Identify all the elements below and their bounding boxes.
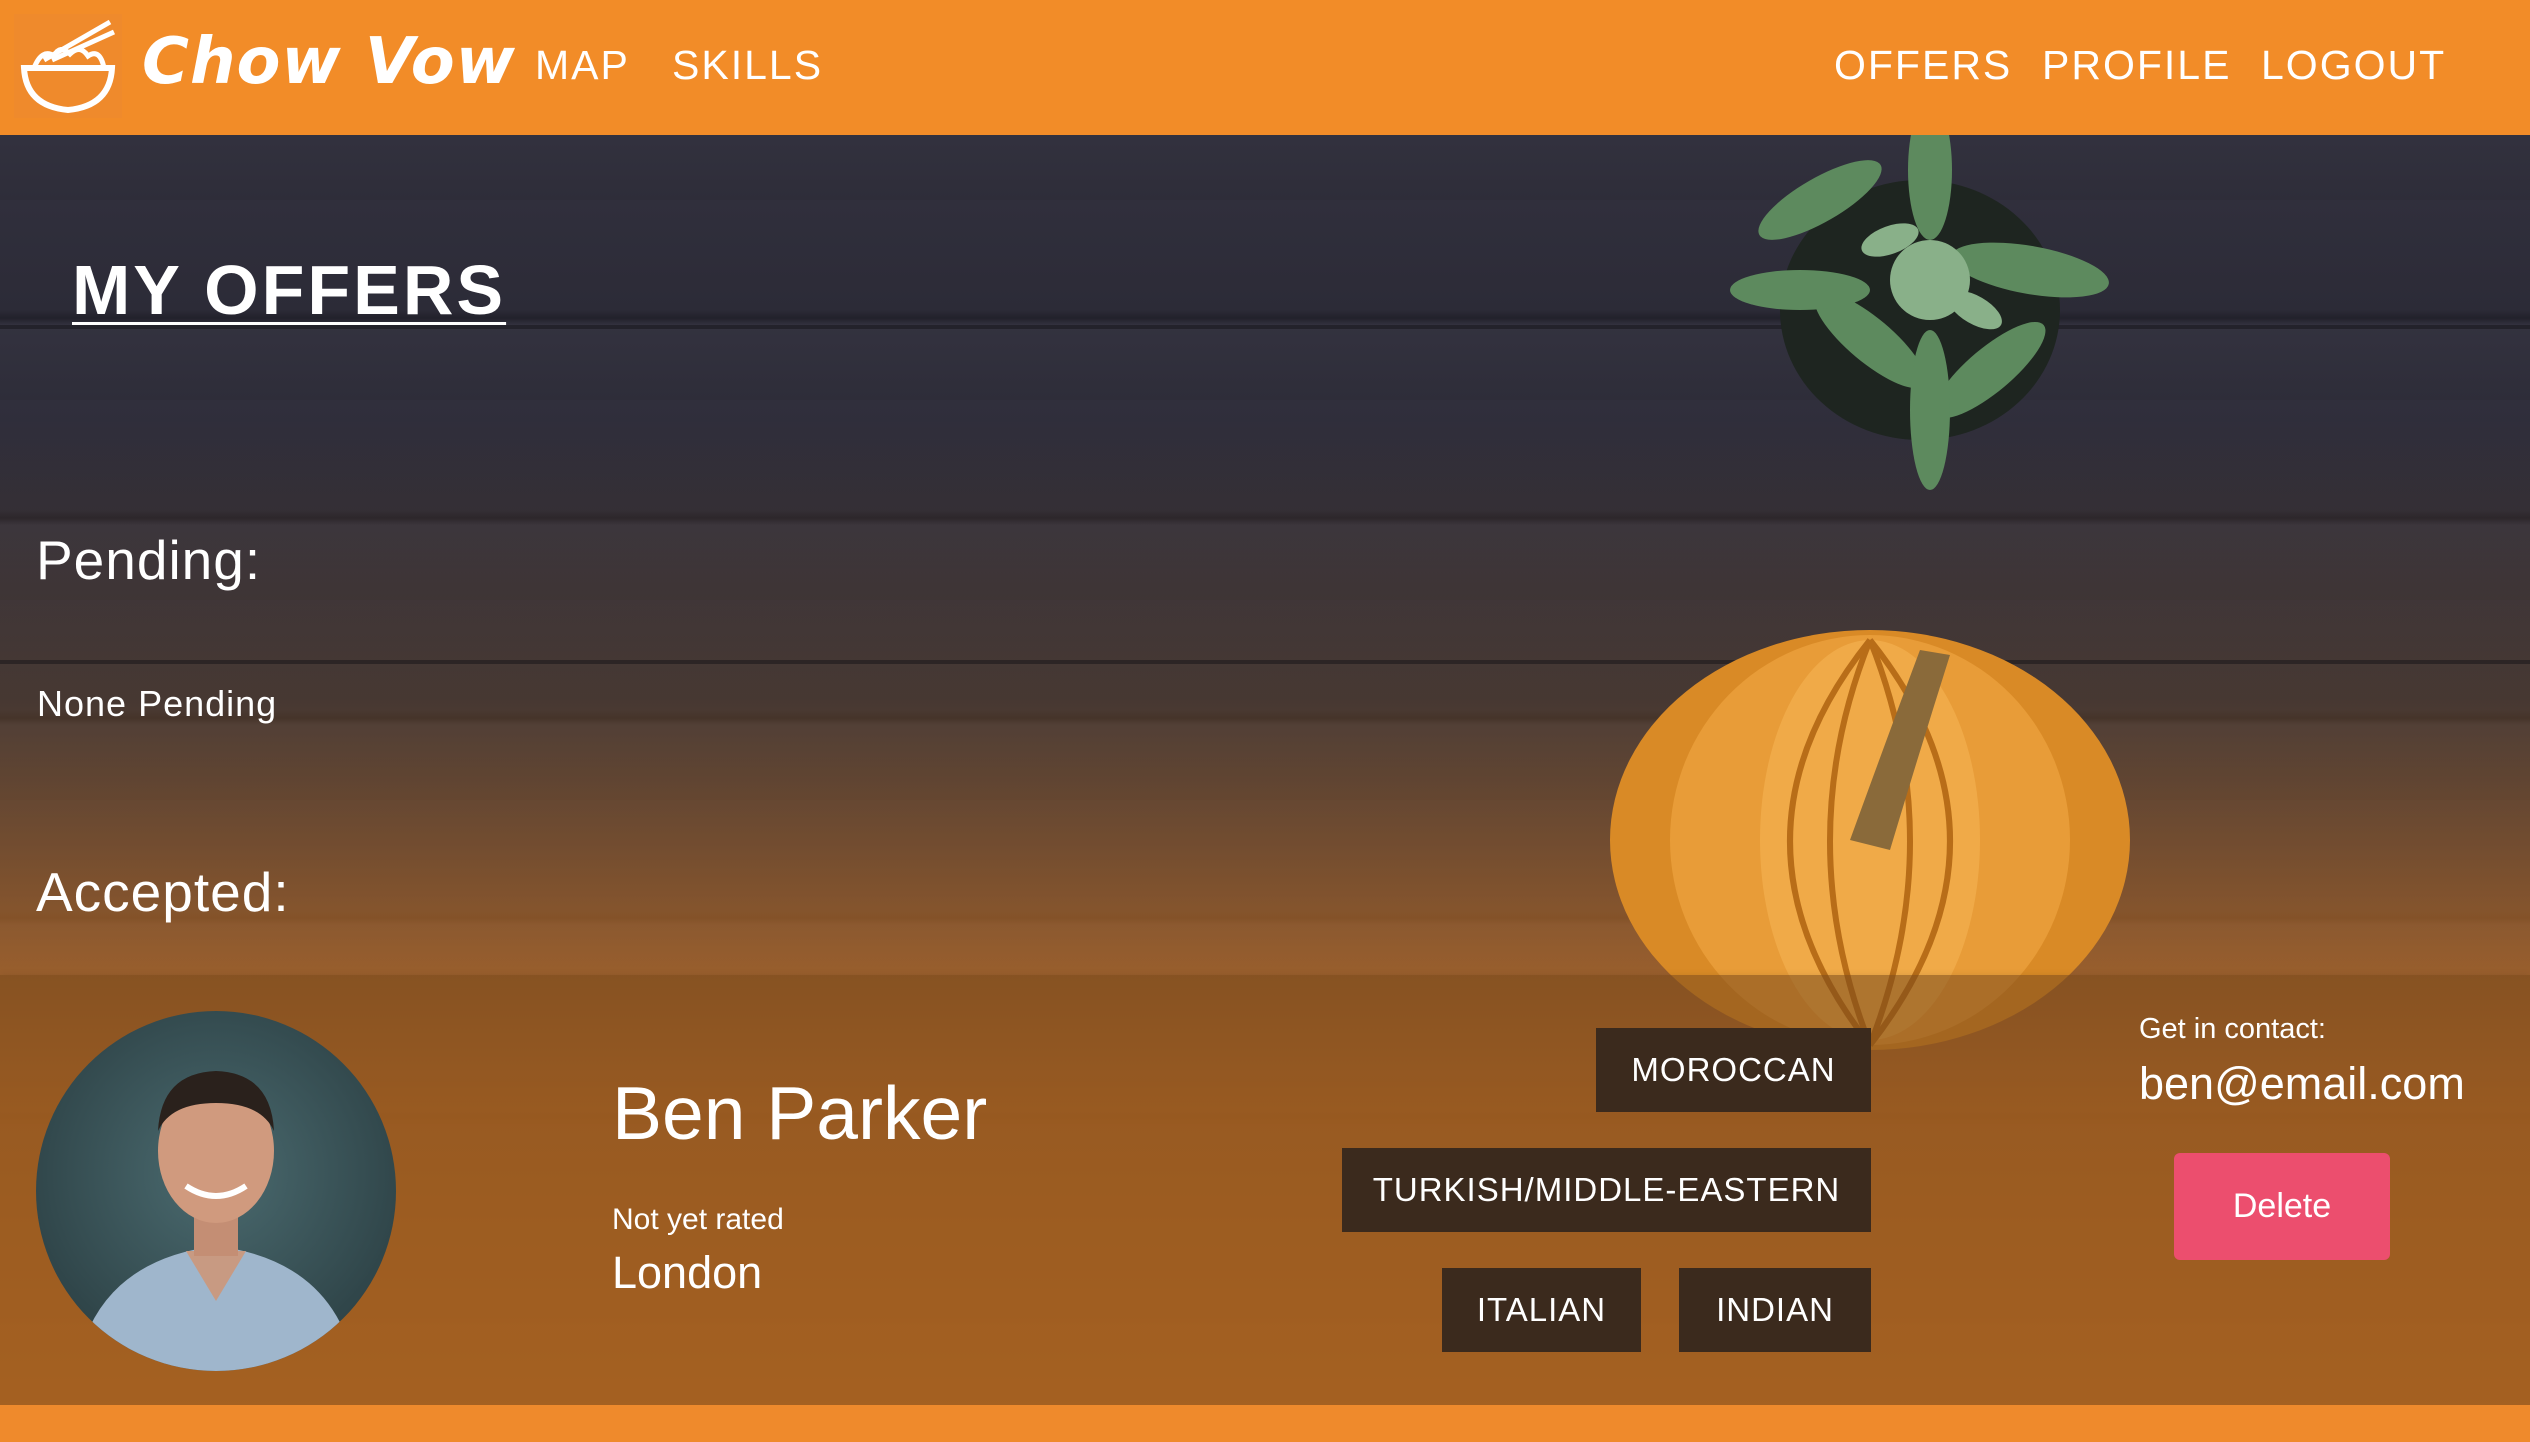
page-title: MY OFFERS	[72, 251, 507, 329]
noodle-bowl-logo-icon[interactable]	[14, 14, 122, 118]
cuisine-tag: ITALIAN	[1442, 1268, 1641, 1352]
nav-link-offers[interactable]: OFFERS	[1834, 42, 2012, 89]
nav-link-skills[interactable]: SKILLS	[672, 42, 823, 89]
pending-status-text: None Pending	[37, 683, 278, 724]
user-city: London	[612, 1247, 763, 1298]
wood-plank-divider	[0, 660, 2530, 664]
nav-link-profile[interactable]: PROFILE	[2042, 42, 2231, 89]
succulent-plant-decoration	[1730, 110, 2109, 490]
cuisine-tag: TURKISH/MIDDLE-EASTERN	[1342, 1148, 1871, 1232]
user-rating: Not yet rated	[612, 1203, 784, 1236]
accepted-heading: Accepted:	[36, 861, 290, 923]
delete-button[interactable]: Delete	[2174, 1153, 2390, 1260]
contact-label: Get in contact:	[2139, 1013, 2326, 1045]
pending-heading: Pending:	[36, 529, 262, 591]
user-name: Ben Parker	[612, 1071, 988, 1155]
accepted-offer-card: Ben Parker Not yet rated London MOROCCAN…	[0, 975, 2530, 1405]
avatar	[36, 1011, 396, 1371]
nav-link-map[interactable]: MAP	[535, 42, 630, 89]
brand-name[interactable]: Chow Vow	[142, 25, 516, 99]
cuisine-tag: INDIAN	[1679, 1268, 1871, 1352]
nav-link-logout[interactable]: LOGOUT	[2261, 42, 2446, 89]
top-navbar: Chow Vow MAP SKILLS OFFERS PROFILE LOGOU…	[0, 0, 2530, 135]
footer-strip	[0, 1405, 2530, 1442]
contact-email[interactable]: ben@email.com	[2139, 1058, 2465, 1110]
cuisine-tag: MOROCCAN	[1596, 1028, 1871, 1112]
